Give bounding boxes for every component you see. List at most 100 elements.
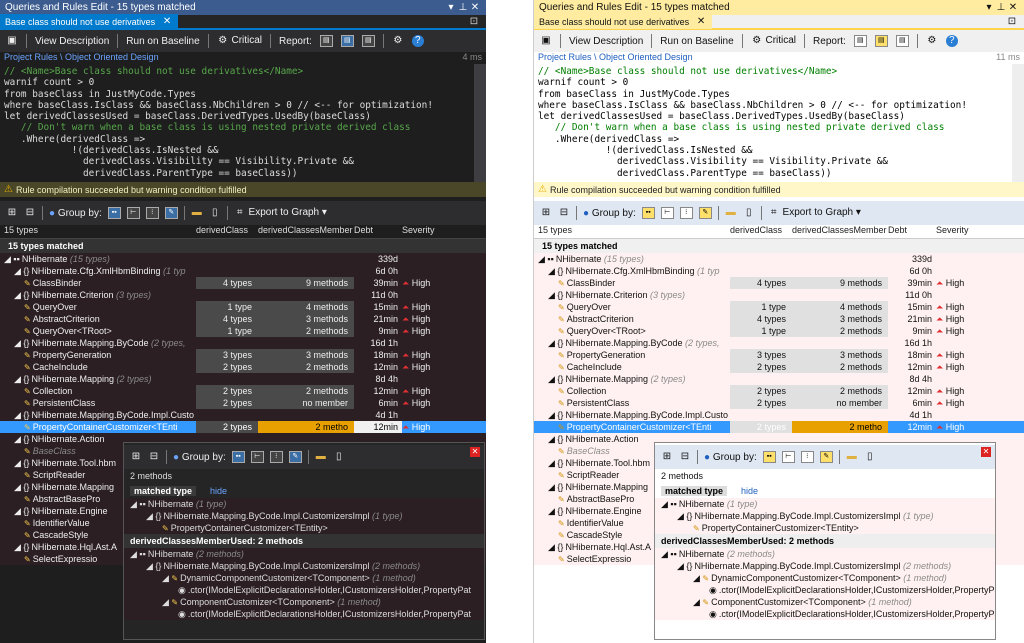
row-derived-members[interactable]: 3 methods <box>258 313 354 325</box>
row-derived-class[interactable]: 2 types <box>730 385 792 397</box>
row-derived-class[interactable] <box>196 373 258 385</box>
col-debt[interactable]: Debt <box>354 225 402 238</box>
query-editor[interactable]: // <Name>Base class should not use deriv… <box>0 64 486 182</box>
table-row[interactable]: ✎ CacheInclude 2 types 2 methods 12min ⏶ Hig… <box>0 361 486 373</box>
export-to-graph-button[interactable]: ⌗ Export to Graph ▾ <box>768 207 861 219</box>
expand-arrow-icon[interactable]: ◢ <box>14 482 23 492</box>
row-derived-class[interactable] <box>196 253 258 265</box>
expand-arrow-icon[interactable]: ◢ <box>146 511 155 521</box>
col-derived-members[interactable]: derivedClassesMember <box>258 225 354 238</box>
tree-row[interactable]: ✎ PropertyContainerCustomizer<TEntity> <box>655 522 995 534</box>
group-member-icon[interactable]: ✎ <box>288 451 302 463</box>
close-tab-icon[interactable]: ✕ <box>161 16 173 28</box>
tab-rule[interactable]: Base class should not use derivatives ✕ <box>534 14 713 29</box>
row-derived-class[interactable]: 1 type <box>196 301 258 313</box>
table-row[interactable]: ✎ PersistentClass 2 types no member 6min ⏶ H… <box>534 397 1024 409</box>
tree-row[interactable]: ◉ .ctor(IModelExplicitDeclarationsHolder,… <box>124 608 484 620</box>
table-row[interactable]: ◢ ▪▪ NHibernate (15 types) 339d <box>0 253 486 265</box>
close-icon[interactable]: ✕ <box>470 447 480 457</box>
group-namespace-icon[interactable]: ⊢ <box>126 207 140 219</box>
collapse-all-icon[interactable]: ⊟ <box>24 207 36 219</box>
tree-row[interactable]: ◢ {} NHibernate.Mapping.ByCode.Impl.Custo… <box>124 560 484 572</box>
expand-arrow-icon[interactable]: ◢ <box>661 549 670 559</box>
row-derived-class[interactable]: 4 types <box>730 277 792 289</box>
expand-arrow-icon[interactable]: ◢ <box>14 338 23 348</box>
tree-row[interactable]: ✎ PropertyContainerCustomizer<TEntity> <box>124 522 484 534</box>
expand-arrow-icon[interactable]: ◢ <box>677 561 686 571</box>
table-row[interactable]: ✎ QueryOver<TRoot> 1 type 2 methods 9min ⏶ H… <box>0 325 486 337</box>
row-derived-class[interactable] <box>730 289 792 301</box>
run-on-baseline-button[interactable]: Run on Baseline <box>660 36 733 47</box>
tree-row[interactable]: ◢ ✎ DynamicComponentCustomizer<TComponent… <box>124 572 484 584</box>
tree-row[interactable]: ◢ ✎ ComponentCustomizer<TComponent> (1 me… <box>655 596 995 608</box>
group-type-icon[interactable]: ⁝ <box>145 207 159 219</box>
rule-path[interactable]: Project Rules \ Object Oriented Design <box>538 52 693 64</box>
document-icon[interactable]: ▯ <box>333 451 345 463</box>
row-derived-members[interactable]: 9 methods <box>792 277 888 289</box>
report-mode-3-icon[interactable]: ▤ <box>361 35 375 47</box>
row-derived-members[interactable] <box>792 373 888 385</box>
report-mode-1-icon[interactable]: ▤ <box>319 35 333 47</box>
save-icon[interactable]: ▣ <box>540 35 552 47</box>
help-icon[interactable]: ? <box>411 35 424 47</box>
table-row[interactable]: ◢ ▪▪ NHibernate (15 types) 339d <box>534 253 1024 265</box>
table-row[interactable]: ✎ ClassBinder 4 types 9 methods 39min ⏶ High <box>0 277 486 289</box>
expand-arrow-icon[interactable]: ◢ <box>548 542 557 552</box>
expand-arrow-icon[interactable]: ◢ <box>4 254 13 264</box>
row-derived-members[interactable]: 3 methods <box>258 349 354 361</box>
collapse-all-icon[interactable]: ⊟ <box>679 451 691 463</box>
expand-arrow-icon[interactable]: ◢ <box>693 573 702 583</box>
table-row[interactable]: ✎ QueryOver 1 type 4 methods 15min ⏶ High <box>534 301 1024 313</box>
table-row[interactable]: ✎ QueryOver<TRoot> 1 type 2 methods 9min ⏶ H… <box>534 325 1024 337</box>
tree-row[interactable]: ◉ .ctor(IModelExplicitDeclarationsHolder,… <box>124 584 484 596</box>
dropdown-icon[interactable]: ▾ <box>983 2 995 14</box>
close-icon[interactable]: ✕ <box>981 447 991 457</box>
row-derived-members[interactable]: 2 metho <box>258 421 354 433</box>
row-derived-members[interactable] <box>792 337 888 349</box>
expand-arrow-icon[interactable]: ◢ <box>677 511 686 521</box>
row-derived-members[interactable]: 2 methods <box>258 325 354 337</box>
close-icon[interactable]: ✕ <box>469 2 481 14</box>
col-derived-class[interactable]: derivedClass <box>730 225 792 238</box>
row-derived-members[interactable] <box>258 253 354 265</box>
expand-arrow-icon[interactable]: ◢ <box>14 266 23 276</box>
critical-toggle[interactable]: ⚙ Critical <box>217 35 262 47</box>
table-row[interactable]: ✎ Collection 2 types 2 methods 12min ⏶ High <box>0 385 486 397</box>
expand-arrow-icon[interactable]: ◢ <box>130 499 139 509</box>
expand-arrow-icon[interactable]: ◢ <box>661 499 670 509</box>
expand-arrow-icon[interactable]: ◢ <box>14 290 23 300</box>
collapse-all-icon[interactable]: ⊟ <box>148 451 160 463</box>
row-derived-class[interactable]: 2 types <box>196 385 258 397</box>
row-derived-class[interactable] <box>730 409 792 421</box>
row-derived-members[interactable] <box>258 289 354 301</box>
table-row[interactable]: ◢ {} NHibernate.Criterion (3 types) 11d 0h <box>534 289 1024 301</box>
row-derived-class[interactable]: 1 type <box>730 325 792 337</box>
view-description-button[interactable]: View Description <box>569 36 643 47</box>
pin-icon[interactable]: ⊥ <box>457 2 469 14</box>
expand-arrow-icon[interactable]: ◢ <box>14 410 23 420</box>
row-derived-class[interactable] <box>196 337 258 349</box>
row-derived-members[interactable] <box>792 265 888 277</box>
table-row[interactable]: ✎ AbstractCriterion 4 types 3 methods 21min… <box>0 313 486 325</box>
row-derived-class[interactable]: 3 types <box>196 349 258 361</box>
row-derived-members[interactable] <box>792 409 888 421</box>
table-row[interactable]: ◢ {} NHibernate.Mapping (2 types) 8d 4h <box>534 373 1024 385</box>
row-derived-members[interactable]: 3 methods <box>792 313 888 325</box>
report-mode-2-icon[interactable]: ▤ <box>340 35 354 47</box>
close-tab-icon[interactable]: ✕ <box>695 16 707 28</box>
expand-arrow-icon[interactable]: ◢ <box>548 458 557 468</box>
table-row[interactable]: ✎ PersistentClass 2 types no member 6min ⏶ H… <box>0 397 486 409</box>
group-member-icon[interactable]: ✎ <box>819 451 833 463</box>
expand-arrow-icon[interactable]: ◢ <box>14 506 23 516</box>
expand-arrow-icon[interactable]: ◢ <box>14 542 23 552</box>
save-icon[interactable]: ▣ <box>6 35 18 47</box>
collapse-all-icon[interactable]: ⊟ <box>558 207 570 219</box>
expand-arrow-icon[interactable]: ◢ <box>548 338 557 348</box>
row-derived-members[interactable]: 2 methods <box>792 385 888 397</box>
col-derived-class[interactable]: derivedClass <box>196 225 258 238</box>
row-derived-class[interactable] <box>196 265 258 277</box>
row-derived-members[interactable]: no member <box>792 397 888 409</box>
row-derived-members[interactable] <box>792 289 888 301</box>
row-derived-class[interactable]: 1 type <box>730 301 792 313</box>
tree-row[interactable]: ◢ {} NHibernate.Mapping.ByCode.Impl.Custo… <box>124 510 484 522</box>
